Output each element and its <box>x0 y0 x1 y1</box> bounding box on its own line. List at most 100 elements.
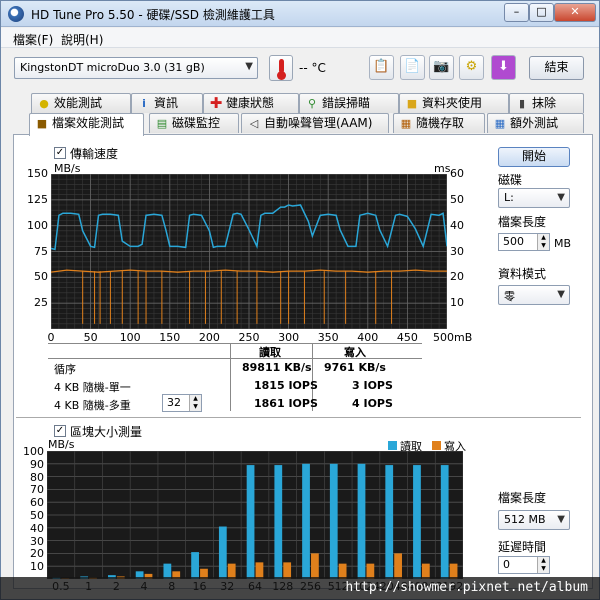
tab-folder-usage[interactable]: ■ 資料夾使用 <box>399 93 509 113</box>
tab-erase[interactable]: ▮ 抹除 <box>509 93 584 113</box>
transfer-rate-checkbox[interactable]: ✓ <box>54 147 66 159</box>
y-right-tick: 30 <box>450 244 464 258</box>
read-legend-swatch <box>388 441 397 450</box>
y-right-tick: 20 <box>450 270 464 284</box>
copy-info-button[interactable]: 📄 <box>400 55 425 80</box>
menu-file[interactable]: 檔案(F) <box>13 31 53 48</box>
tab-benchmark[interactable]: ● 效能測試 <box>31 93 131 113</box>
random-single-row-label: 4 KB 隨機-單一 <box>54 381 131 394</box>
read-bar <box>329 463 338 579</box>
delay-label: 延遲時間 <box>498 540 547 554</box>
block-size-checkbox[interactable]: ✓ <box>54 425 66 437</box>
screenshot-button[interactable]: 📷 <box>429 55 454 80</box>
tab-label: 健康狀態 <box>226 96 275 110</box>
read-bar <box>413 465 421 579</box>
tab-label: 額外測試 <box>510 116 559 130</box>
tab-label: 隨機存取 <box>416 116 465 130</box>
tab-health[interactable]: ✚ 健康狀態 <box>203 93 299 113</box>
chevron-down-icon: ▼ <box>557 514 565 525</box>
y-right-tick: 10 <box>450 296 464 310</box>
block-y-tick: 70 <box>30 483 44 497</box>
tab-label: 自動噪聲管理(AAM) <box>264 116 373 130</box>
x-tick: 150 <box>159 331 181 344</box>
section-divider <box>16 417 581 418</box>
start-button[interactable]: 開始 <box>498 147 570 167</box>
settings-icon: ⚙ <box>465 59 478 74</box>
block-y-tick: 40 <box>30 521 44 535</box>
write-legend-swatch <box>432 441 441 450</box>
data-mode-label: 資料模式 <box>498 267 547 281</box>
queue-depth-stepper[interactable]: 32 ▲ ▼ <box>162 394 202 412</box>
menu-help[interactable]: 說明(H) <box>61 31 103 48</box>
tab-error-scan[interactable]: ⚲ 錯誤掃瞄 <box>299 93 399 113</box>
stepper-up-icon[interactable]: ▲ <box>537 557 549 565</box>
data-mode-select[interactable]: 零 ▼ <box>498 285 570 305</box>
maximize-button[interactable]: □ <box>529 3 554 22</box>
random-single-read-value: 1815 IOPS <box>254 379 318 392</box>
block-y-tick: 100 <box>23 445 44 458</box>
x-tick: 100 <box>119 331 141 344</box>
window-title: HD Tune Pro 5.50 - 硬碟/SSD 檢測維護工具 <box>31 8 275 22</box>
x-tick: 200 <box>198 331 220 344</box>
app-icon <box>8 6 24 22</box>
benchmark-icon: ● <box>39 97 49 110</box>
x-tick: 500mB <box>433 331 473 344</box>
block-size-label: 區塊大小測量 <box>70 425 143 439</box>
tab-label: 資料夾使用 <box>422 96 483 110</box>
y-left-tick: 25 <box>34 296 48 310</box>
exit-button[interactable]: 結束 <box>529 56 584 80</box>
file-length-value: 500 <box>503 235 524 248</box>
x-tick: 350 <box>317 331 339 344</box>
stepper-up-icon[interactable]: ▲ <box>189 395 201 403</box>
stepper-down-icon[interactable]: ▼ <box>189 403 201 411</box>
copy-text-button[interactable]: 📋 <box>369 55 394 80</box>
read-bar <box>302 463 310 579</box>
drive-select[interactable]: KingstonDT microDuo 3.0 (31 gB) ▼ <box>14 57 258 79</box>
tab-extra-tests[interactable]: ▦ 額外測試 <box>487 113 584 133</box>
file-length-unit: MB <box>554 237 572 250</box>
col-divider-1 <box>230 343 231 411</box>
erase-icon: ▮ <box>518 97 526 110</box>
file-length-stepper[interactable]: 500 ▲ ▼ <box>498 233 550 251</box>
close-button[interactable]: ✕ <box>554 3 596 22</box>
stepper-down-icon[interactable]: ▼ <box>537 565 549 573</box>
block-file-length-select[interactable]: 512 MB ▼ <box>498 510 570 530</box>
random-multi-read-value: 1861 IOPS <box>254 397 318 410</box>
minimize-button[interactable]: – <box>504 3 529 22</box>
y-left-tick: 150 <box>27 167 48 180</box>
disk-select[interactable]: L: ▼ <box>498 188 570 208</box>
y-left-tick: 125 <box>27 192 48 206</box>
download-arrow-icon: ⬇ <box>498 59 509 74</box>
block-file-length-value: 512 MB <box>504 513 546 526</box>
camera-icon: 📷 <box>433 59 450 74</box>
block-size-chart <box>47 451 463 579</box>
tab-label: 效能測試 <box>54 96 103 110</box>
write-bar <box>311 553 319 579</box>
folder-icon: ■ <box>406 97 418 110</box>
data-mode-value: 零 <box>504 290 515 303</box>
tab-row-1: ● 效能測試 i 資訊 ✚ 健康狀態 ⚲ 錯誤掃瞄 ■ 資料夾使用 ▮ 抹除 <box>1 93 599 113</box>
chevron-down-icon: ▼ <box>557 289 565 300</box>
disk-label: 磁碟 <box>498 173 523 187</box>
drive-select-value: KingstonDT microDuo 3.0 (31 gB) <box>20 61 205 74</box>
save-button[interactable]: ⬇ <box>491 55 516 80</box>
tab-random-access[interactable]: ▦ 隨機存取 <box>393 113 485 133</box>
health-icon: ✚ <box>209 94 223 112</box>
tab-info[interactable]: i 資訊 <box>131 93 203 113</box>
stepper-up-icon[interactable]: ▲ <box>537 234 549 242</box>
tab-file-benchmark[interactable]: ■ 檔案效能測試 <box>29 113 144 136</box>
speaker-icon: ◁ <box>249 117 259 130</box>
options-button[interactable]: ⚙ <box>459 55 484 80</box>
read-bar <box>357 463 366 579</box>
header-rule <box>48 358 422 359</box>
stepper-down-icon[interactable]: ▼ <box>537 242 549 250</box>
random-single-write-value: 3 IOPS <box>352 379 393 392</box>
delay-stepper[interactable]: 0 ▲ ▼ <box>498 556 550 574</box>
title-bar[interactable]: HD Tune Pro 5.50 - 硬碟/SSD 檢測維護工具 – □ ✕ <box>1 1 599 27</box>
tab-label: 錯誤掃瞄 <box>322 96 371 110</box>
x-tick: 250 <box>238 331 260 344</box>
transfer-rate-label: 傳輸速度 <box>70 147 119 161</box>
tab-disk-monitor[interactable]: ▤ 磁碟監控 <box>149 113 239 133</box>
tab-aam[interactable]: ◁ 自動噪聲管理(AAM) <box>241 113 389 133</box>
x-tick: 300 <box>278 331 300 344</box>
